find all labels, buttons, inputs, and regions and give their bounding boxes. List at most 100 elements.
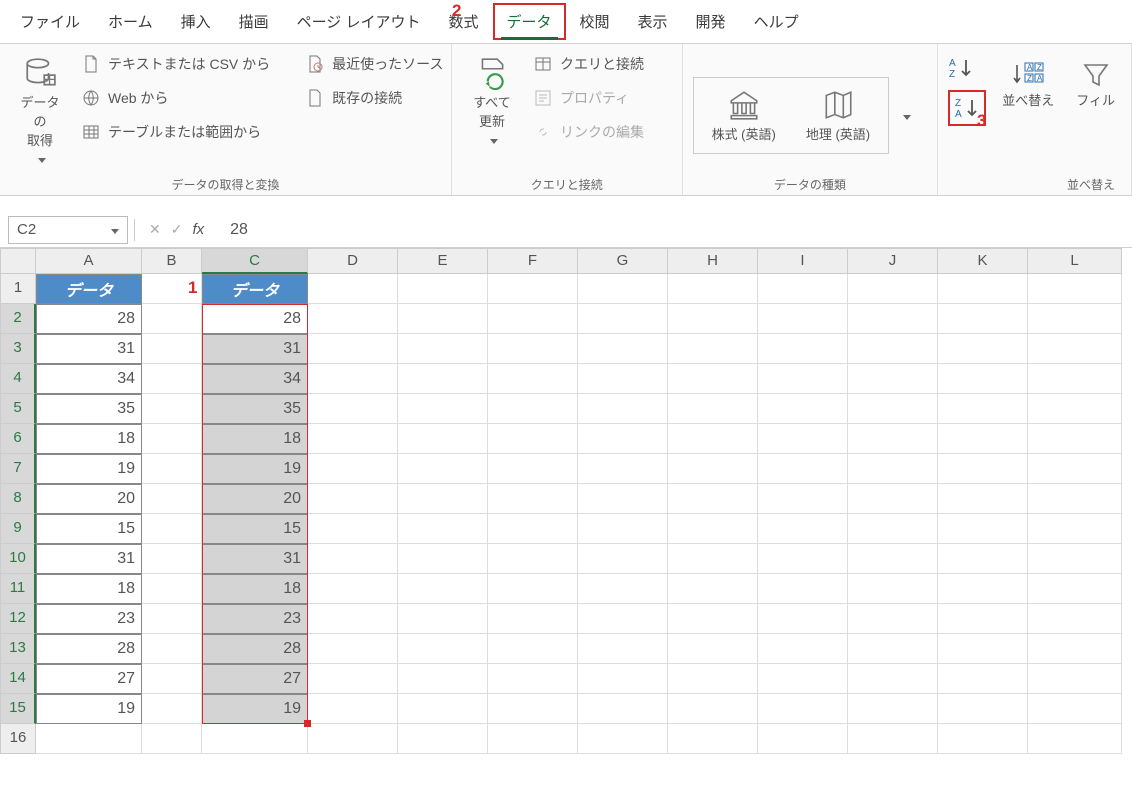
cell-I6[interactable] <box>758 424 848 454</box>
cell-J8[interactable] <box>848 484 938 514</box>
cell-C12[interactable]: 23 <box>202 604 308 634</box>
cell-H8[interactable] <box>668 484 758 514</box>
cell-J13[interactable] <box>848 634 938 664</box>
cell-L3[interactable] <box>1028 334 1122 364</box>
select-all-corner[interactable] <box>0 248 36 274</box>
cell-G11[interactable] <box>578 574 668 604</box>
sort-ascending-button[interactable]: AZ <box>948 56 986 80</box>
cell-F9[interactable] <box>488 514 578 544</box>
cell-J2[interactable] <box>848 304 938 334</box>
cell-B15[interactable] <box>142 694 202 724</box>
cell-L2[interactable] <box>1028 304 1122 334</box>
chevron-down-icon[interactable] <box>899 107 911 123</box>
cell-H15[interactable] <box>668 694 758 724</box>
cell-I3[interactable] <box>758 334 848 364</box>
row-header-12[interactable]: 12 <box>0 604 36 634</box>
cell-I2[interactable] <box>758 304 848 334</box>
cell-D11[interactable] <box>308 574 398 604</box>
cell-F11[interactable] <box>488 574 578 604</box>
cell-A14[interactable]: 27 <box>36 664 142 694</box>
col-header-K[interactable]: K <box>938 248 1028 274</box>
cell-L10[interactable] <box>1028 544 1122 574</box>
cell-L1[interactable] <box>1028 274 1122 304</box>
cell-G4[interactable] <box>578 364 668 394</box>
cell-D9[interactable] <box>308 514 398 544</box>
cell-H11[interactable] <box>668 574 758 604</box>
row-header-9[interactable]: 9 <box>0 514 36 544</box>
cell-C15[interactable]: 19 <box>202 694 308 724</box>
cell-H3[interactable] <box>668 334 758 364</box>
cell-J16[interactable] <box>848 724 938 754</box>
row-header-4[interactable]: 4 <box>0 364 36 394</box>
cell-E2[interactable] <box>398 304 488 334</box>
cell-J1[interactable] <box>848 274 938 304</box>
cell-G13[interactable] <box>578 634 668 664</box>
cell-H9[interactable] <box>668 514 758 544</box>
cell-K4[interactable] <box>938 364 1028 394</box>
cell-K13[interactable] <box>938 634 1028 664</box>
cell-B14[interactable] <box>142 664 202 694</box>
cell-H1[interactable] <box>668 274 758 304</box>
cell-J6[interactable] <box>848 424 938 454</box>
cell-J5[interactable] <box>848 394 938 424</box>
cell-D16[interactable] <box>308 724 398 754</box>
cell-C1[interactable]: データ <box>202 274 308 304</box>
col-header-B[interactable]: B <box>142 248 202 274</box>
cell-H14[interactable] <box>668 664 758 694</box>
cell-H13[interactable] <box>668 634 758 664</box>
cell-B3[interactable] <box>142 334 202 364</box>
get-data-button[interactable]: データの 取得 <box>10 52 70 170</box>
cell-F3[interactable] <box>488 334 578 364</box>
existing-connections-button[interactable]: 既存の接続 <box>300 86 449 110</box>
cell-I9[interactable] <box>758 514 848 544</box>
cell-E6[interactable] <box>398 424 488 454</box>
row-header-3[interactable]: 3 <box>0 334 36 364</box>
cell-A11[interactable]: 18 <box>36 574 142 604</box>
formula-input[interactable] <box>218 216 1124 244</box>
cell-F13[interactable] <box>488 634 578 664</box>
cell-K2[interactable] <box>938 304 1028 334</box>
cell-E11[interactable] <box>398 574 488 604</box>
cell-J4[interactable] <box>848 364 938 394</box>
cell-L13[interactable] <box>1028 634 1122 664</box>
cell-I15[interactable] <box>758 694 848 724</box>
row-header-6[interactable]: 6 <box>0 424 36 454</box>
cell-G3[interactable] <box>578 334 668 364</box>
cell-A10[interactable]: 31 <box>36 544 142 574</box>
cell-B2[interactable] <box>142 304 202 334</box>
cell-K1[interactable] <box>938 274 1028 304</box>
cell-C16[interactable] <box>202 724 308 754</box>
fx-icon[interactable]: fx <box>192 221 204 238</box>
cell-B6[interactable] <box>142 424 202 454</box>
menu-ヘルプ[interactable]: ヘルプ <box>740 3 813 40</box>
cell-I4[interactable] <box>758 364 848 394</box>
grid[interactable]: データデータ2828313134343535181819192020151531… <box>36 274 1122 754</box>
cell-D10[interactable] <box>308 544 398 574</box>
cell-E5[interactable] <box>398 394 488 424</box>
cell-E12[interactable] <box>398 604 488 634</box>
queries-connections-button[interactable]: クエリと接続 <box>528 52 650 76</box>
cell-L4[interactable] <box>1028 364 1122 394</box>
cell-E15[interactable] <box>398 694 488 724</box>
cell-K15[interactable] <box>938 694 1028 724</box>
cell-B9[interactable] <box>142 514 202 544</box>
menu-ホーム[interactable]: ホーム <box>94 3 167 40</box>
cell-B4[interactable] <box>142 364 202 394</box>
cell-J12[interactable] <box>848 604 938 634</box>
cell-L9[interactable] <box>1028 514 1122 544</box>
cell-B11[interactable] <box>142 574 202 604</box>
cell-A9[interactable]: 15 <box>36 514 142 544</box>
cell-F4[interactable] <box>488 364 578 394</box>
row-header-5[interactable]: 5 <box>0 394 36 424</box>
cell-G1[interactable] <box>578 274 668 304</box>
row-header-14[interactable]: 14 <box>0 664 36 694</box>
cell-C7[interactable]: 19 <box>202 454 308 484</box>
col-header-H[interactable]: H <box>668 248 758 274</box>
cell-I11[interactable] <box>758 574 848 604</box>
cell-E9[interactable] <box>398 514 488 544</box>
cell-F5[interactable] <box>488 394 578 424</box>
cell-I8[interactable] <box>758 484 848 514</box>
cell-L6[interactable] <box>1028 424 1122 454</box>
menu-数式[interactable]: 数式 <box>434 3 492 40</box>
cell-D5[interactable] <box>308 394 398 424</box>
